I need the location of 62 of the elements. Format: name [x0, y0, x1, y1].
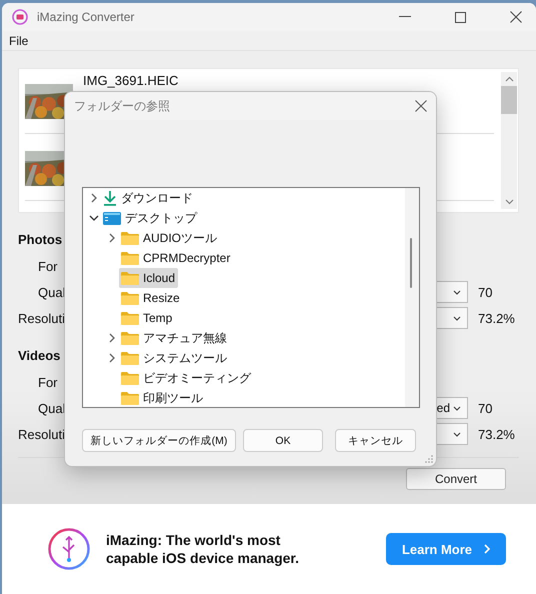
- dialog-button[interactable]: 新しいフォルダーの作成(M): [82, 429, 236, 452]
- setting-label: Resoluti: [18, 310, 65, 326]
- scroll-down-icon[interactable]: [504, 199, 514, 205]
- minimize-icon[interactable]: [399, 16, 411, 18]
- folder-icon: [121, 251, 139, 265]
- setting-value: 73.2%: [477, 310, 516, 326]
- folder-icon: [121, 331, 139, 345]
- resize-grip-icon[interactable]: [425, 455, 433, 463]
- menu-item[interactable]: File: [9, 34, 28, 48]
- dialog-button[interactable]: キャンセル: [335, 429, 416, 452]
- folder-icon: [121, 351, 139, 365]
- section-heading: Videos: [18, 347, 60, 365]
- tree-item[interactable]: 印刷ツール: [119, 388, 206, 407]
- close-icon[interactable]: [415, 100, 427, 112]
- app-logo-icon: [48, 528, 90, 570]
- chevron-down-icon: [453, 432, 461, 436]
- folder-icon: [121, 271, 139, 285]
- setting-label: For: [37, 258, 58, 274]
- tree-item[interactable]: デスクトップ: [101, 208, 200, 228]
- chevron-down-icon[interactable]: [89, 215, 99, 221]
- scroll-up-icon[interactable]: [504, 76, 514, 82]
- folder-icon: [121, 311, 139, 325]
- tree-item[interactable]: ビデオミーティング: [119, 368, 254, 388]
- chevron-down-icon: [453, 316, 461, 320]
- file-name: IMG_3691.HEIC: [83, 73, 178, 88]
- tree-item[interactable]: CPRMDecrypter: [119, 248, 234, 268]
- section-heading: Photos: [18, 231, 62, 249]
- app-logo-icon: [12, 9, 28, 26]
- tree-item[interactable]: Temp: [119, 308, 176, 328]
- dialog-title: フォルダーの参照: [74, 98, 170, 114]
- folder-icon: [121, 391, 139, 405]
- tree-item[interactable]: システムツール: [119, 348, 230, 368]
- download-icon: [103, 190, 117, 206]
- folder-icon: [121, 291, 139, 305]
- desktop-icon: [103, 212, 121, 224]
- tree-item[interactable]: AUDIOツール: [119, 228, 220, 248]
- convert-button[interactable]: Convert: [406, 468, 506, 490]
- setting-value: 70: [477, 284, 494, 300]
- tree-item[interactable]: ダウンロード: [101, 188, 196, 208]
- chevron-down-icon: [453, 406, 461, 410]
- chevron-right-icon[interactable]: [109, 233, 115, 243]
- tree-item[interactable]: Icloud: [119, 268, 178, 288]
- banner-text: iMazing: The world's most capable iOS device manager.: [106, 531, 300, 567]
- setting-value: 70: [477, 400, 494, 416]
- dialog-button[interactable]: OK: [243, 429, 323, 452]
- setting-label: Resoluti: [18, 426, 65, 442]
- window-title: iMazing Converter: [37, 10, 134, 24]
- setting-value: 73.2%: [477, 426, 516, 442]
- scrollbar-thumb[interactable]: [410, 238, 412, 288]
- chevron-right-icon[interactable]: [91, 193, 97, 203]
- maximize-icon[interactable]: [455, 12, 466, 23]
- scrollbar-thumb[interactable]: [501, 86, 517, 114]
- tree-item[interactable]: アマチュア無線: [119, 328, 230, 348]
- folder-icon: [121, 371, 139, 385]
- chevron-down-icon: [453, 290, 461, 294]
- chevron-right-icon[interactable]: [109, 353, 115, 363]
- folder-icon: [121, 231, 139, 245]
- tree-item[interactable]: Resize: [119, 288, 183, 308]
- setting-label: For: [37, 374, 58, 390]
- chevron-right-icon: [484, 544, 490, 554]
- chevron-right-icon[interactable]: [109, 333, 115, 343]
- close-icon[interactable]: [510, 11, 522, 24]
